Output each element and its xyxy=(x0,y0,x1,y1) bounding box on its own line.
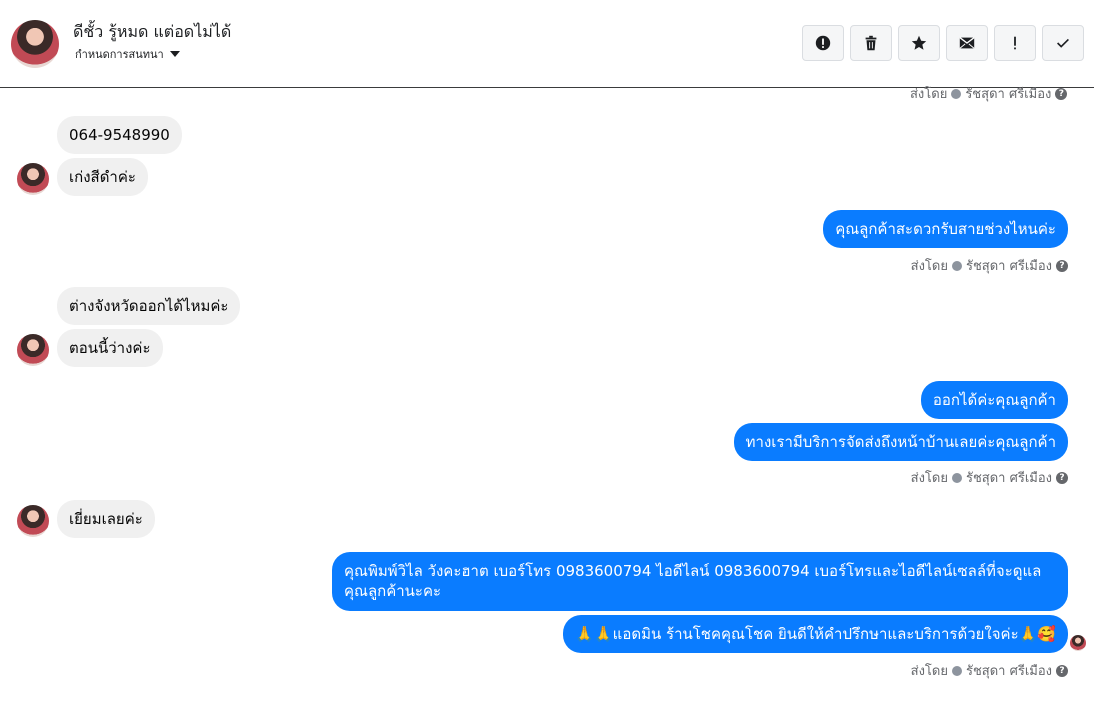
incoming-message[interactable]: ต่างจังหวัดออกได้ไหมค่ะ xyxy=(57,287,241,325)
sent-by-meta: ส่งโดย รัชสุดา ศรีเมือง ? xyxy=(910,83,1068,104)
seen-avatar xyxy=(1070,635,1086,651)
agent-name: รัชสุดา ศรีเมือง xyxy=(965,471,1052,486)
sent-by-meta: ส่งโดย รัชสุดา ศรีเมือง ? xyxy=(911,255,1068,276)
incoming-message[interactable]: ตอนนี้ว่างค่ะ xyxy=(57,329,163,367)
incoming-message[interactable]: 064-9548990 xyxy=(57,116,182,154)
outgoing-message[interactable]: ทางเรามีบริการจัดส่งถึงหน้าบ้านเลยค่ะคุณ… xyxy=(733,423,1068,461)
help-icon[interactable]: ? xyxy=(1055,87,1068,100)
contact-avatar xyxy=(17,334,49,366)
sent-by-label: ส่งโดย xyxy=(910,471,948,486)
sent-by-meta: ส่งโดย รัชสุดา ศรีเมือง ? xyxy=(911,467,1068,488)
assign-conversation-dropdown[interactable]: กำหนดการสนทนา xyxy=(75,45,180,63)
toolbar xyxy=(802,25,1084,61)
alert-circle-icon xyxy=(815,35,831,51)
sent-by-meta: ส่งโดย รัชสุดา ศรีเมือง ? xyxy=(911,660,1068,681)
verified-icon xyxy=(951,665,962,676)
help-icon[interactable]: ? xyxy=(1056,664,1068,677)
agent-name: รัชสุดา ศรีเมือง xyxy=(965,87,1052,102)
incoming-message[interactable]: เยี่ยมเลยค่ะ xyxy=(57,500,155,538)
sent-by-label: ส่งโดย xyxy=(910,87,948,102)
star-button[interactable] xyxy=(898,25,940,61)
agent-name: รัชสุดา ศรีเมือง xyxy=(965,664,1052,679)
sent-by-label: ส่งโดย xyxy=(910,259,948,274)
delete-button[interactable] xyxy=(850,25,892,61)
verified-icon xyxy=(951,472,962,483)
contact-avatar xyxy=(17,163,49,195)
outgoing-message[interactable]: คุณพิมพ์วิไล วังคะฮาต เบอร์โทร 098360079… xyxy=(332,552,1068,611)
exclamation-icon xyxy=(1014,36,1016,50)
contact-avatar[interactable] xyxy=(11,20,59,68)
mark-spam-button[interactable] xyxy=(802,25,844,61)
verified-icon xyxy=(951,88,962,99)
follow-up-button[interactable] xyxy=(994,25,1036,61)
message-line: คุณพิมพ์วิไล วังคะฮาต เบอร์โทร 098360079… xyxy=(344,562,1042,580)
check-icon xyxy=(1057,38,1069,48)
mark-done-button[interactable] xyxy=(1042,25,1084,61)
help-icon[interactable]: ? xyxy=(1056,471,1068,484)
agent-name: รัชสุดา ศรีเมือง xyxy=(965,259,1052,274)
mark-unread-button[interactable] xyxy=(946,25,988,61)
caret-down-icon xyxy=(169,51,180,57)
help-icon[interactable]: ? xyxy=(1056,259,1068,272)
message-line: คุณลูกค้านะคะ xyxy=(344,582,442,600)
conversation-header: ดีชั้ว รู้หมด แต่อดไม่ได้ กำหนดการสนทนา xyxy=(0,0,1094,88)
trash-icon xyxy=(865,35,877,51)
outgoing-message[interactable]: 🙏🙏แอดมิน ร้านโชคคุณโชค ยินดีให้คำปรึกษาแ… xyxy=(563,615,1068,653)
sent-by-label: ส่งโดย xyxy=(910,664,948,679)
incoming-message[interactable]: เก่งสีดำค่ะ xyxy=(57,158,148,196)
contact-name[interactable]: ดีชั้ว รู้หมด แต่อดไม่ได้ xyxy=(73,20,231,45)
envelope-icon xyxy=(959,37,975,49)
star-icon xyxy=(911,35,927,50)
assign-conversation-label: กำหนดการสนทนา xyxy=(75,48,164,61)
outgoing-message[interactable]: คุณลูกค้าสะดวกรับสายช่วงไหนค่ะ xyxy=(823,210,1068,248)
contact-avatar xyxy=(17,505,49,537)
outgoing-message[interactable]: ออกได้ค่ะคุณลูกค้า xyxy=(920,381,1068,419)
verified-icon xyxy=(951,260,962,271)
